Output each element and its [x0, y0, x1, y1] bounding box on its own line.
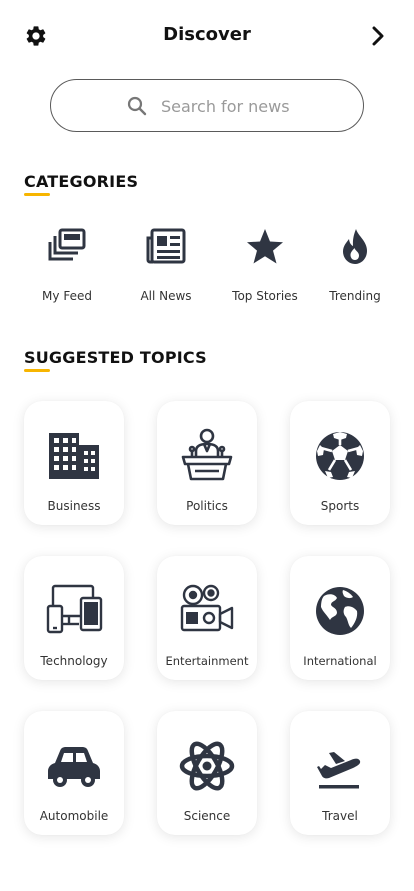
- search-bar[interactable]: [50, 79, 364, 132]
- categories-heading: CATEGORIES: [24, 172, 139, 191]
- plane-departure-icon: [311, 737, 369, 795]
- topic-automobile[interactable]: Automobile: [24, 711, 124, 835]
- topic-label: Travel: [322, 809, 358, 823]
- topic-label: Automobile: [39, 809, 109, 823]
- film-camera-icon: [178, 582, 236, 640]
- header: Discover: [0, 18, 414, 54]
- building-icon: [45, 427, 103, 485]
- topic-label: Entertainment: [165, 654, 249, 668]
- car-icon: [45, 737, 103, 795]
- categories-row: My Feed All News Top Stories Trending: [0, 222, 414, 312]
- suggested-topics-heading: SUGGESTED TOPICS: [24, 348, 207, 367]
- newspaper-icon: [145, 226, 187, 268]
- category-label: All News: [140, 289, 192, 303]
- topic-politics[interactable]: Politics: [157, 401, 257, 525]
- topic-sports[interactable]: Sports: [290, 401, 390, 525]
- feed-stack-icon: [46, 226, 88, 268]
- topic-international[interactable]: International: [290, 556, 390, 680]
- topic-label: Sports: [320, 499, 360, 513]
- star-icon: [244, 226, 286, 268]
- topic-science[interactable]: Science: [157, 711, 257, 835]
- page-title: Discover: [163, 24, 251, 45]
- category-top-stories[interactable]: Top Stories: [218, 222, 312, 308]
- category-label: Trending: [329, 289, 381, 303]
- category-label: My Feed: [42, 289, 92, 303]
- topic-label: Science: [183, 809, 231, 823]
- flame-icon: [334, 226, 376, 268]
- suggested-topics-heading-underline: [24, 369, 50, 372]
- devices-icon: [45, 582, 103, 640]
- topic-label: International: [303, 654, 377, 668]
- topic-technology[interactable]: Technology: [24, 556, 124, 680]
- topic-entertainment[interactable]: Entertainment: [157, 556, 257, 680]
- atom-icon: [178, 737, 236, 795]
- globe-icon: [311, 582, 369, 640]
- search-icon: [127, 96, 147, 116]
- search-input[interactable]: [161, 93, 341, 119]
- topic-business[interactable]: Business: [24, 401, 124, 525]
- chevron-right-icon[interactable]: [366, 24, 390, 48]
- topic-travel[interactable]: Travel: [290, 711, 390, 835]
- topic-label: Politics: [186, 499, 228, 513]
- soccer-ball-icon: [311, 427, 369, 485]
- podium-speaker-icon: [178, 427, 236, 485]
- category-label: Top Stories: [232, 289, 298, 303]
- category-trending[interactable]: Trending: [308, 222, 402, 308]
- topic-label: Business: [47, 499, 101, 513]
- categories-heading-underline: [24, 193, 50, 196]
- category-my-feed[interactable]: My Feed: [20, 222, 114, 308]
- discover-screen: Discover CATEGORIES: [0, 0, 414, 891]
- category-all-news[interactable]: All News: [119, 222, 213, 308]
- topic-label: Technology: [40, 654, 108, 668]
